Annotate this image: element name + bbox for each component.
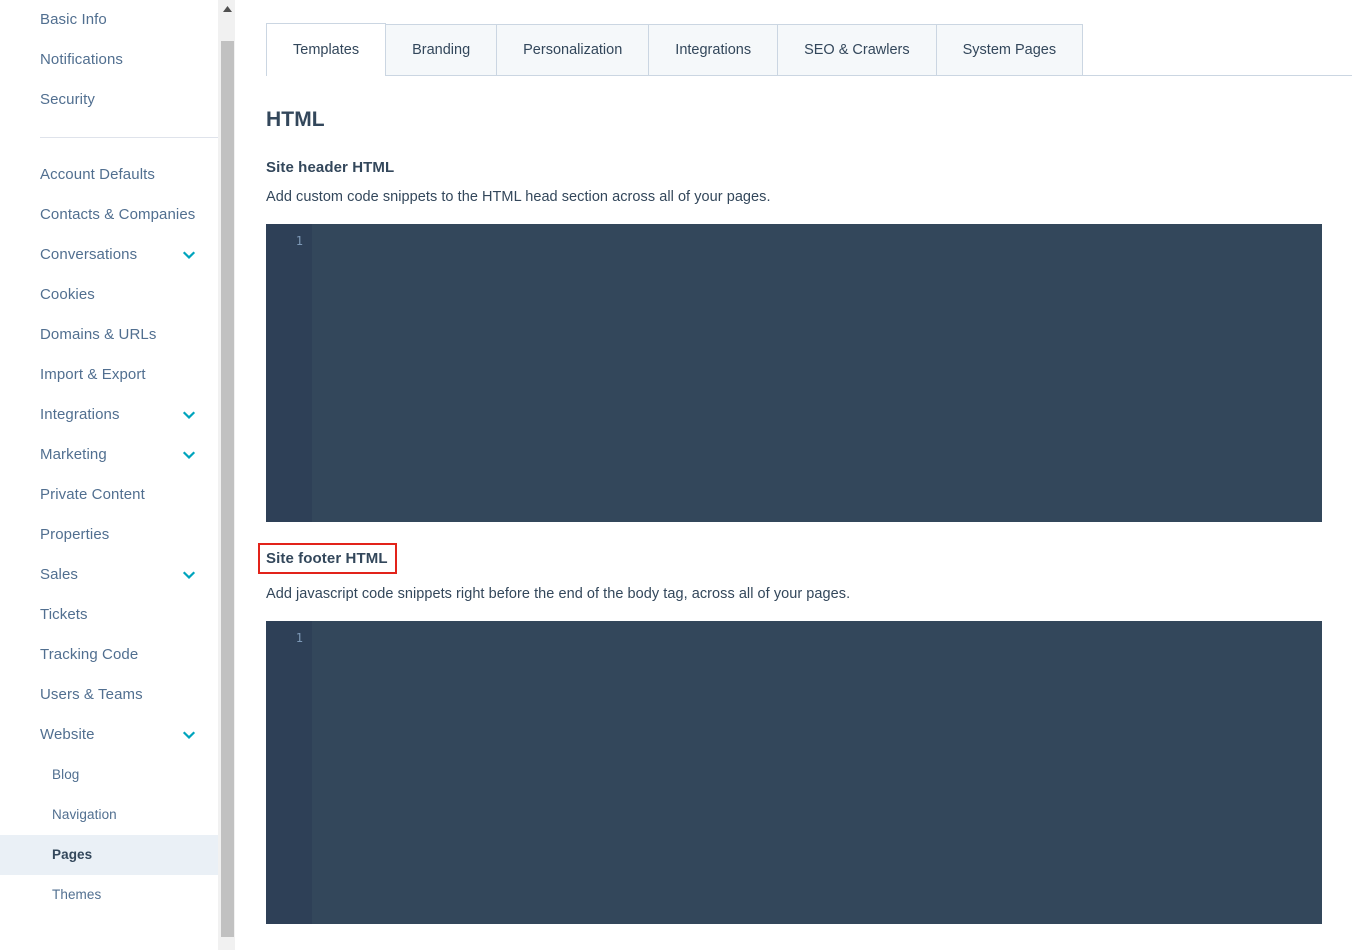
site-header-html-label: Site header HTML: [266, 159, 395, 176]
tab-personalization[interactable]: Personalization: [496, 24, 650, 75]
tab-system-pages[interactable]: System Pages: [935, 24, 1084, 75]
sidebar-item-blog[interactable]: Blog: [0, 755, 218, 795]
sidebar-divider: [40, 137, 218, 138]
sidebar-item-integrations[interactable]: Integrations: [0, 395, 218, 435]
scroll-up-arrow-icon[interactable]: [219, 0, 236, 17]
sidebar-item-label: Private Content: [40, 486, 145, 503]
sidebar-item-basic-info[interactable]: Basic Info: [0, 0, 218, 40]
sidebar-top-group: Basic Info Notifications Security: [0, 0, 218, 120]
chevron-down-icon[interactable]: [182, 448, 196, 462]
sidebar-scrollbar-thumb[interactable]: [221, 41, 234, 937]
site-footer-html-description: Add javascript code snippets right befor…: [266, 586, 851, 602]
chevron-down-icon[interactable]: [182, 408, 196, 422]
content-area: HTML Site header HTML Add custom code sn…: [258, 76, 1352, 924]
chevron-down-icon[interactable]: [182, 248, 196, 262]
sidebar-item-label: Website: [40, 726, 95, 743]
tab-seo-crawlers[interactable]: SEO & Crawlers: [777, 24, 937, 75]
tab-strip-filler: [1082, 74, 1352, 75]
chevron-down-icon[interactable]: [182, 728, 196, 742]
sidebar-item-label: Users & Teams: [40, 686, 143, 703]
sidebar-item-label: Properties: [40, 526, 110, 543]
site-footer-html-editor[interactable]: 1: [266, 621, 1322, 924]
sidebar-item-label: Conversations: [40, 246, 138, 263]
sidebar-item-label: Security: [40, 91, 95, 108]
site-footer-html-label: Site footer HTML: [258, 543, 397, 574]
sidebar-main-group: Account Defaults Contacts & Companies Conv…: [0, 155, 218, 915]
sidebar-item-label: Tickets: [40, 606, 88, 623]
sidebar-item-security[interactable]: Security: [0, 80, 218, 120]
sidebar-item-tickets[interactable]: Tickets: [0, 595, 218, 635]
sidebar-item-navigation[interactable]: Navigation: [0, 795, 218, 835]
sidebar-item-website[interactable]: Website: [0, 715, 218, 755]
sidebar-item-private-content[interactable]: Private Content: [0, 475, 218, 515]
sidebar-item-label: Basic Info: [40, 11, 107, 28]
sidebar-item-label: Integrations: [40, 406, 120, 423]
sidebar-item-cookies[interactable]: Cookies: [0, 275, 218, 315]
line-number: 1: [295, 234, 303, 248]
section-site-footer-html: Site footer HTML Add javascript code sni…: [258, 522, 1352, 924]
section-site-header-html: Site header HTML Add custom code snippet…: [266, 132, 1352, 522]
sidebar-item-properties[interactable]: Properties: [0, 515, 218, 555]
sidebar-item-domains-urls[interactable]: Domains & URLs: [0, 315, 218, 355]
tab-integrations[interactable]: Integrations: [648, 24, 779, 75]
site-header-html-editor[interactable]: 1: [266, 224, 1322, 522]
sidebar-item-label: Blog: [52, 767, 80, 782]
tab-branding[interactable]: Branding: [385, 24, 498, 75]
sidebar-item-label: Contacts & Companies: [40, 206, 196, 223]
sidebar-item-label: Themes: [52, 887, 102, 902]
sidebar-scrollbar[interactable]: [218, 0, 236, 950]
sidebar-item-users-teams[interactable]: Users & Teams: [0, 675, 218, 715]
site-footer-editor-input[interactable]: [312, 621, 1322, 924]
sidebar-item-tracking-code[interactable]: Tracking Code: [0, 635, 218, 675]
sidebar-item-label: Tracking Code: [40, 646, 139, 663]
sidebar-item-contacts-companies[interactable]: Contacts & Companies: [0, 195, 218, 235]
sidebar-item-sales[interactable]: Sales: [0, 555, 218, 595]
sidebar-item-import-export[interactable]: Import & Export: [0, 355, 218, 395]
page-title: HTML: [266, 108, 325, 131]
sidebar-item-label: Cookies: [40, 286, 95, 303]
main-panel: Templates Branding Personalization Integrat…: [236, 0, 1372, 950]
chevron-down-icon[interactable]: [182, 568, 196, 582]
sidebar-item-label: Marketing: [40, 446, 107, 463]
sidebar-item-pages[interactable]: Pages: [0, 835, 218, 875]
settings-tabs: Templates Branding Personalization Integrat…: [266, 23, 1352, 76]
sidebar-item-notifications[interactable]: Notifications: [0, 40, 218, 80]
sidebar-item-label: Pages: [52, 847, 93, 862]
tab-templates[interactable]: Templates: [266, 23, 387, 76]
sidebar-item-label: Import & Export: [40, 366, 146, 383]
sidebar-item-account-defaults[interactable]: Account Defaults: [0, 155, 218, 195]
sidebar-item-themes[interactable]: Themes: [0, 875, 218, 915]
settings-sidebar: Basic Info Notifications Security Account …: [0, 0, 218, 950]
site-footer-editor-gutter: 1: [266, 621, 312, 924]
sidebar-item-label: Notifications: [40, 51, 124, 68]
sidebar-item-conversations[interactable]: Conversations: [0, 235, 218, 275]
site-header-editor-input[interactable]: [312, 224, 1322, 522]
sidebar-item-label: Sales: [40, 566, 79, 583]
sidebar-item-label: Domains & URLs: [40, 326, 157, 343]
site-header-editor-gutter: 1: [266, 224, 312, 522]
sidebar-item-label: Account Defaults: [40, 166, 155, 183]
site-header-html-description: Add custom code snippets to the HTML hea…: [266, 189, 771, 205]
sidebar-item-marketing[interactable]: Marketing: [0, 435, 218, 475]
line-number: 1: [295, 631, 303, 645]
sidebar-item-label: Navigation: [52, 807, 117, 822]
settings-page: Basic Info Notifications Security Account …: [0, 0, 1372, 950]
